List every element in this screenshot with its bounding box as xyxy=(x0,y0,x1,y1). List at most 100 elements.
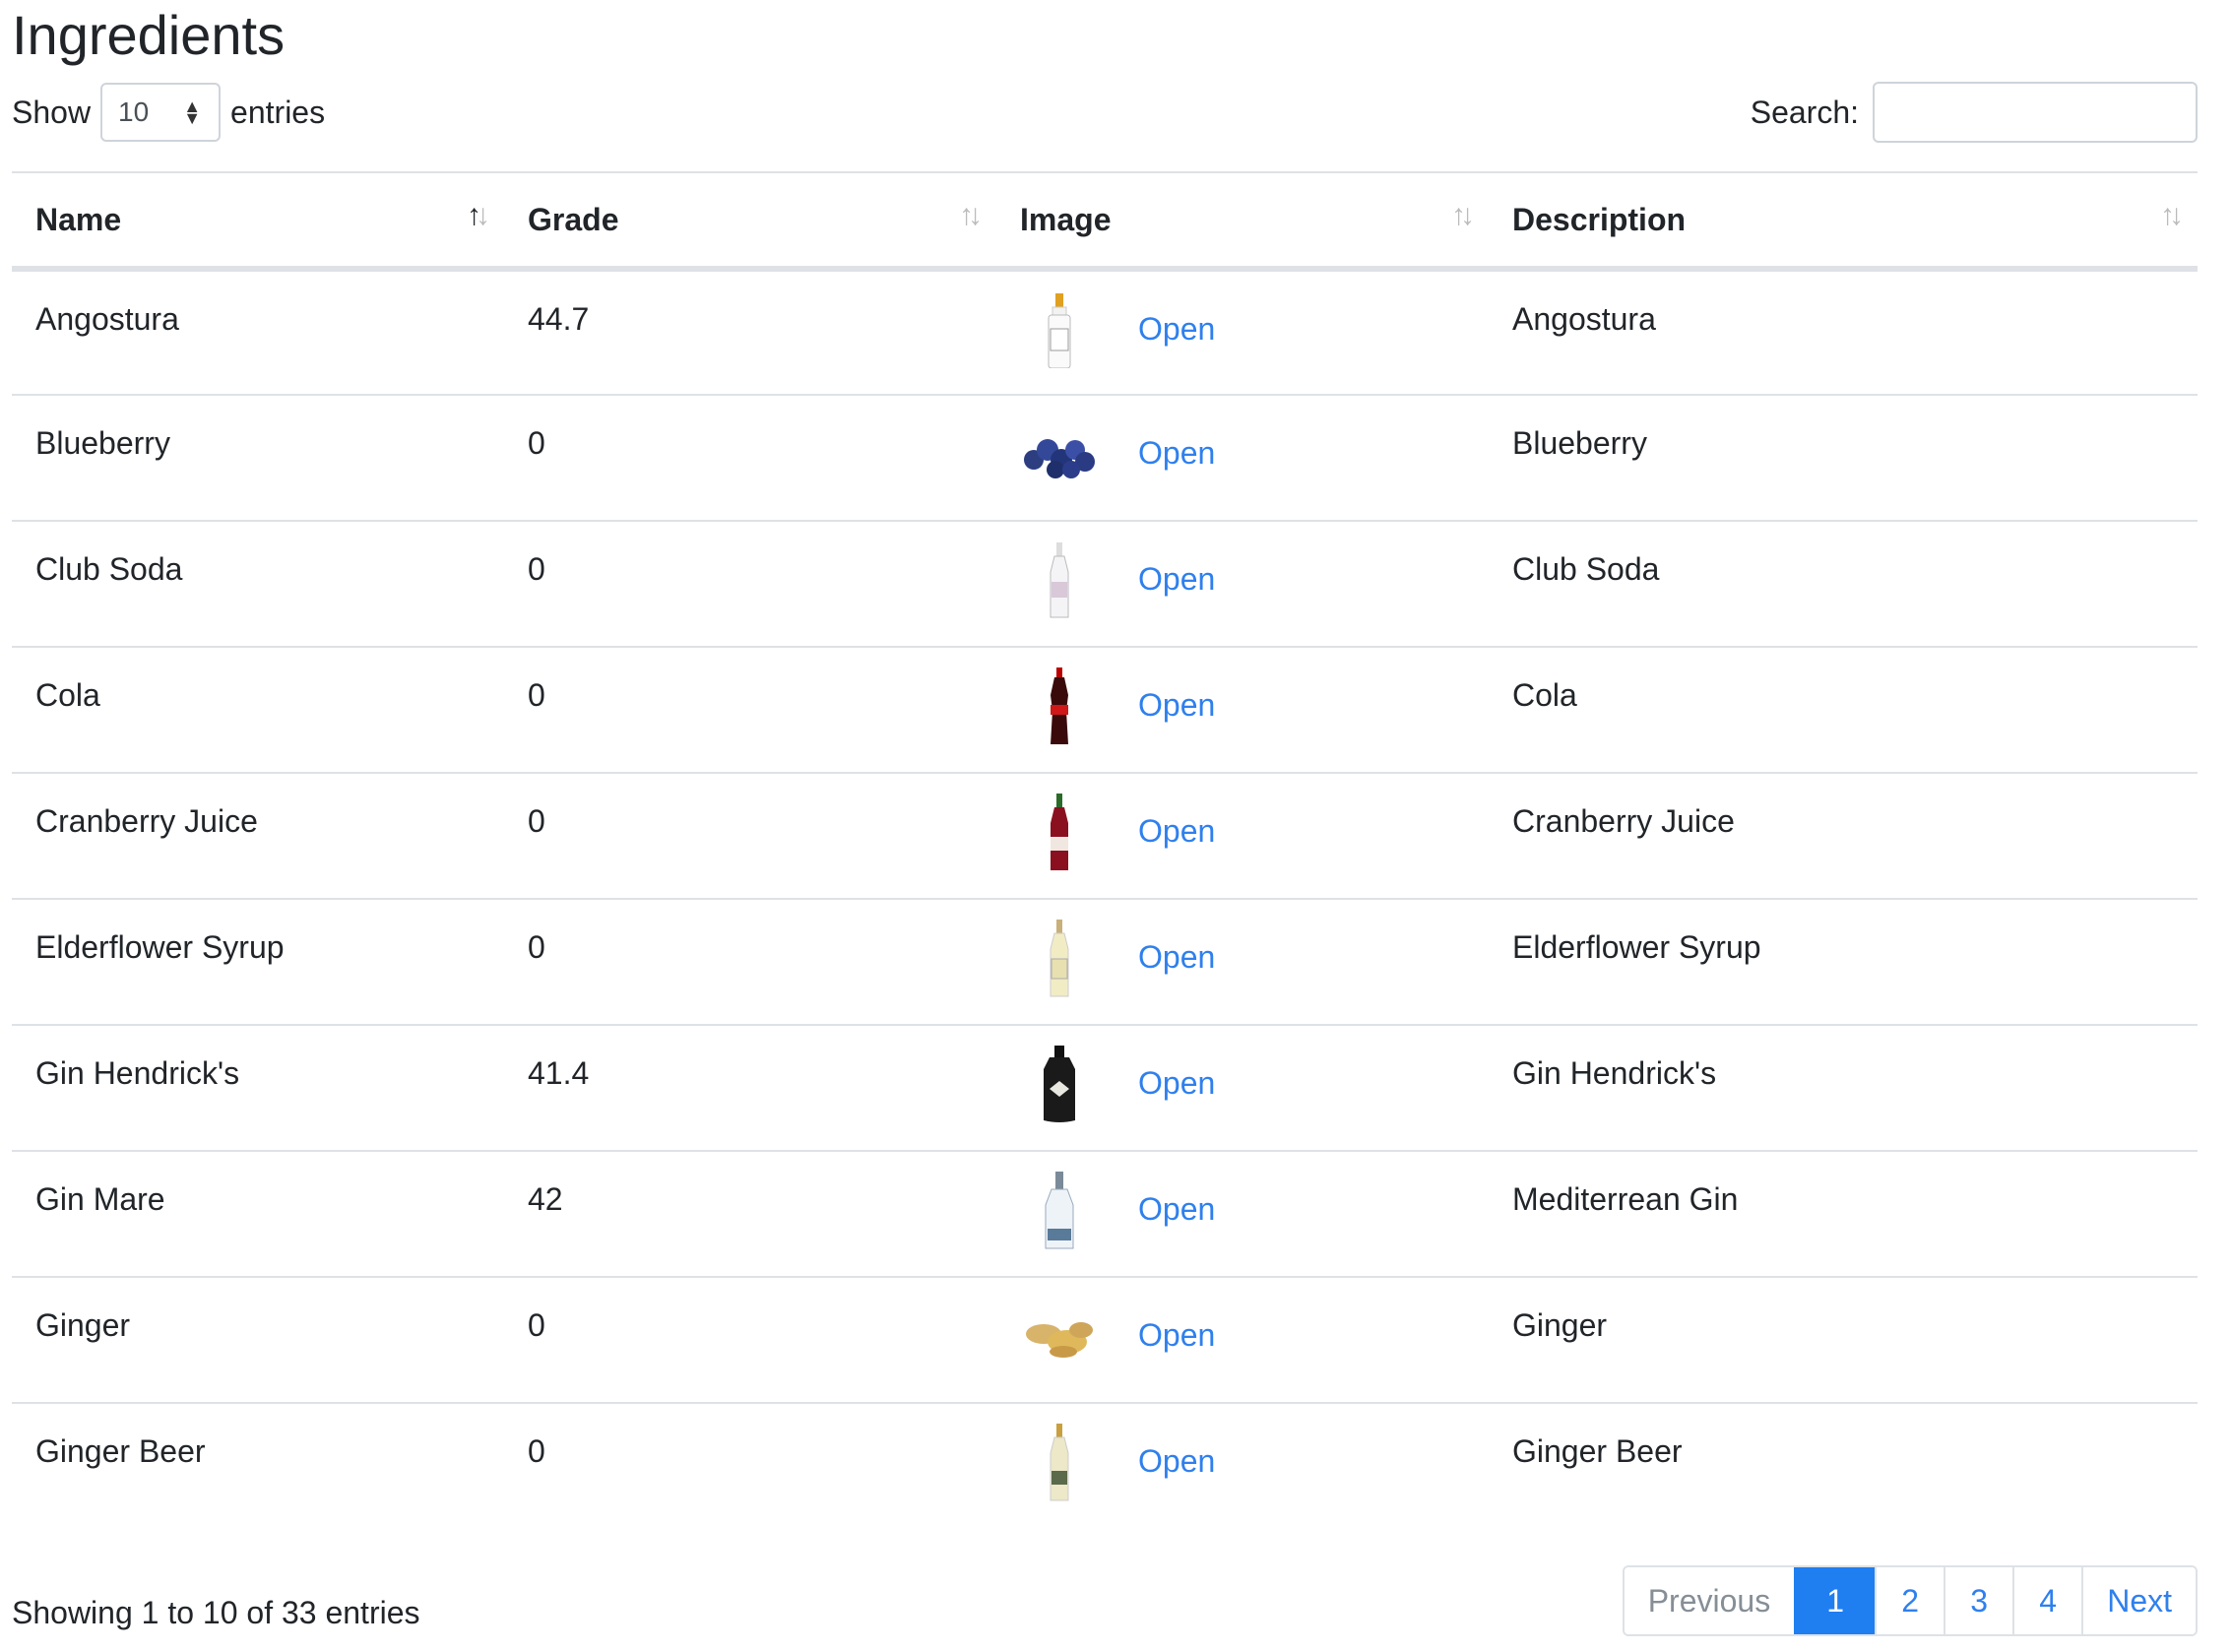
table-row: Ginger 0 Open Ginger xyxy=(12,1276,2198,1403)
cell-name: Blueberry xyxy=(12,394,504,521)
table-row: Blueberry 0 Open Blueberry xyxy=(12,394,2198,521)
juice-bottle-thumbnail xyxy=(1020,794,1099,872)
cell-description: Cola xyxy=(1489,646,2198,773)
open-image-link[interactable]: Open xyxy=(1138,435,1215,472)
sort-icon: ↑↓ xyxy=(2160,199,2184,231)
ingredient-description: Angostura xyxy=(1512,301,1656,337)
column-header-description[interactable]: Description ↑↓ xyxy=(1489,171,2198,272)
cell-description: Mediterrean Gin xyxy=(1489,1150,2198,1277)
cell-grade: 0 xyxy=(504,1276,996,1403)
page-button-1[interactable]: 1 xyxy=(1794,1567,1876,1634)
open-image-link[interactable]: Open xyxy=(1138,1065,1215,1102)
ingredient-name: Angostura xyxy=(35,301,179,337)
previous-page-button[interactable]: Previous xyxy=(1624,1567,1795,1634)
column-header-grade[interactable]: Grade ↑↓ xyxy=(504,171,996,272)
cell-grade: 0 xyxy=(504,394,996,521)
table-row: Gin Hendrick's 41.4 Open Gin Hendrick's xyxy=(12,1024,2198,1151)
ingredient-name: Cola xyxy=(35,677,100,713)
ingredient-name: Cranberry Juice xyxy=(35,803,258,839)
ingredient-grade: 0 xyxy=(528,1307,545,1343)
page-button-3[interactable]: 3 xyxy=(1944,1567,2013,1634)
cell-description: Gin Hendrick's xyxy=(1489,1024,2198,1151)
open-image-link[interactable]: Open xyxy=(1138,813,1215,850)
cell-description: Elderflower Syrup xyxy=(1489,898,2198,1025)
cell-name: Ginger xyxy=(12,1276,504,1403)
cell-description: Ginger Beer xyxy=(1489,1402,2198,1529)
cell-description: Cranberry Juice xyxy=(1489,772,2198,899)
ingredient-description: Elderflower Syrup xyxy=(1512,929,1761,965)
open-image-link[interactable]: Open xyxy=(1138,1443,1215,1480)
column-header-name[interactable]: Name ↑↓ xyxy=(12,171,504,272)
cell-image: Open xyxy=(996,1150,1489,1277)
open-image-link[interactable]: Open xyxy=(1138,687,1215,724)
sort-icon: ↑↓ xyxy=(959,199,983,231)
page-button-2[interactable]: 2 xyxy=(1875,1567,1944,1634)
cell-image: Open xyxy=(996,520,1489,647)
table-info: Showing 1 to 10 of 33 entries xyxy=(12,1595,420,1630)
ingredient-description: Gin Hendrick's xyxy=(1512,1055,1717,1091)
table-row: Gin Mare 42 Open Mediterrean Gin xyxy=(12,1150,2198,1277)
cola-bottle-thumbnail xyxy=(1020,667,1099,746)
cell-image: Open xyxy=(996,1276,1489,1403)
open-image-link[interactable]: Open xyxy=(1138,939,1215,976)
cell-grade: 0 xyxy=(504,646,996,773)
cell-image: Open xyxy=(996,1402,1489,1529)
ingredient-grade: 44.7 xyxy=(528,301,590,337)
syrup-bottle-thumbnail xyxy=(1020,920,1099,998)
next-page-button[interactable]: Next xyxy=(2081,1567,2196,1634)
gin-mare-bottle-thumbnail xyxy=(1020,1172,1099,1250)
column-header-image[interactable]: Image ↑↓ xyxy=(996,171,1489,272)
entries-length-control: Show 10 ▲ ▼ entries xyxy=(12,81,325,144)
cell-name: Elderflower Syrup xyxy=(12,898,504,1025)
cell-grade: 0 xyxy=(504,1402,996,1529)
table-row: Angostura 44.7 Open Angostura xyxy=(12,268,2198,395)
ingredient-grade: 0 xyxy=(528,551,545,587)
ingredient-name: Ginger Beer xyxy=(35,1433,206,1469)
cell-image: Open xyxy=(996,1024,1489,1151)
cell-description: Angostura xyxy=(1489,268,2198,395)
cell-grade: 0 xyxy=(504,520,996,647)
cell-image: Open xyxy=(996,772,1489,899)
page-title: Ingredients xyxy=(12,4,286,66)
open-image-link[interactable]: Open xyxy=(1138,1317,1215,1354)
blueberries-thumbnail xyxy=(1020,415,1099,494)
open-image-link[interactable]: Open xyxy=(1138,311,1215,348)
ingredient-grade: 0 xyxy=(528,677,545,713)
ingredient-grade: 0 xyxy=(528,803,545,839)
cell-name: Cola xyxy=(12,646,504,773)
cell-grade: 0 xyxy=(504,772,996,899)
ingredient-name: Elderflower Syrup xyxy=(35,929,285,965)
table-row: Cola 0 Open Cola xyxy=(12,646,2198,773)
ingredient-name: Ginger xyxy=(35,1307,131,1343)
bitters-bottle-thumbnail xyxy=(1020,291,1099,370)
ginger-beer-bottle-thumbnail xyxy=(1020,1424,1099,1502)
ingredient-description: Blueberry xyxy=(1512,425,1647,461)
cell-image: Open xyxy=(996,268,1489,395)
search-label: Search: xyxy=(1750,94,1859,130)
ingredient-name: Blueberry xyxy=(35,425,170,461)
cell-description: Blueberry xyxy=(1489,394,2198,521)
table-row: Elderflower Syrup 0 Open Elderflower Syrup xyxy=(12,898,2198,1025)
table-header-row: Name ↑↓ Grade ↑↓ Image ↑↓ Description ↑↓ xyxy=(12,171,2198,272)
cell-name: Club Soda xyxy=(12,520,504,647)
search-input[interactable] xyxy=(1873,82,2198,143)
page-button-4[interactable]: 4 xyxy=(2012,1567,2082,1634)
hendricks-bottle-thumbnail xyxy=(1020,1046,1099,1124)
ingredient-description: Cola xyxy=(1512,677,1577,713)
column-header-label: Image xyxy=(1020,201,1112,237)
ginger-root-thumbnail xyxy=(1020,1298,1099,1376)
column-header-label: Description xyxy=(1512,201,1687,237)
cell-name: Cranberry Juice xyxy=(12,772,504,899)
open-image-link[interactable]: Open xyxy=(1138,1191,1215,1228)
table-controls: Show 10 ▲ ▼ entries Search: xyxy=(12,81,2198,144)
ingredient-description: Mediterrean Gin xyxy=(1512,1181,1739,1217)
cell-grade: 42 xyxy=(504,1150,996,1277)
show-label: Show xyxy=(12,94,92,130)
column-header-label: Name xyxy=(35,201,122,237)
table-row: Ginger Beer 0 Open Ginger Beer xyxy=(12,1402,2198,1529)
open-image-link[interactable]: Open xyxy=(1138,561,1215,598)
entries-select[interactable]: 10 ▲ ▼ xyxy=(100,83,222,142)
ingredient-description: Club Soda xyxy=(1512,551,1660,587)
cell-image: Open xyxy=(996,898,1489,1025)
cell-name: Ginger Beer xyxy=(12,1402,504,1529)
